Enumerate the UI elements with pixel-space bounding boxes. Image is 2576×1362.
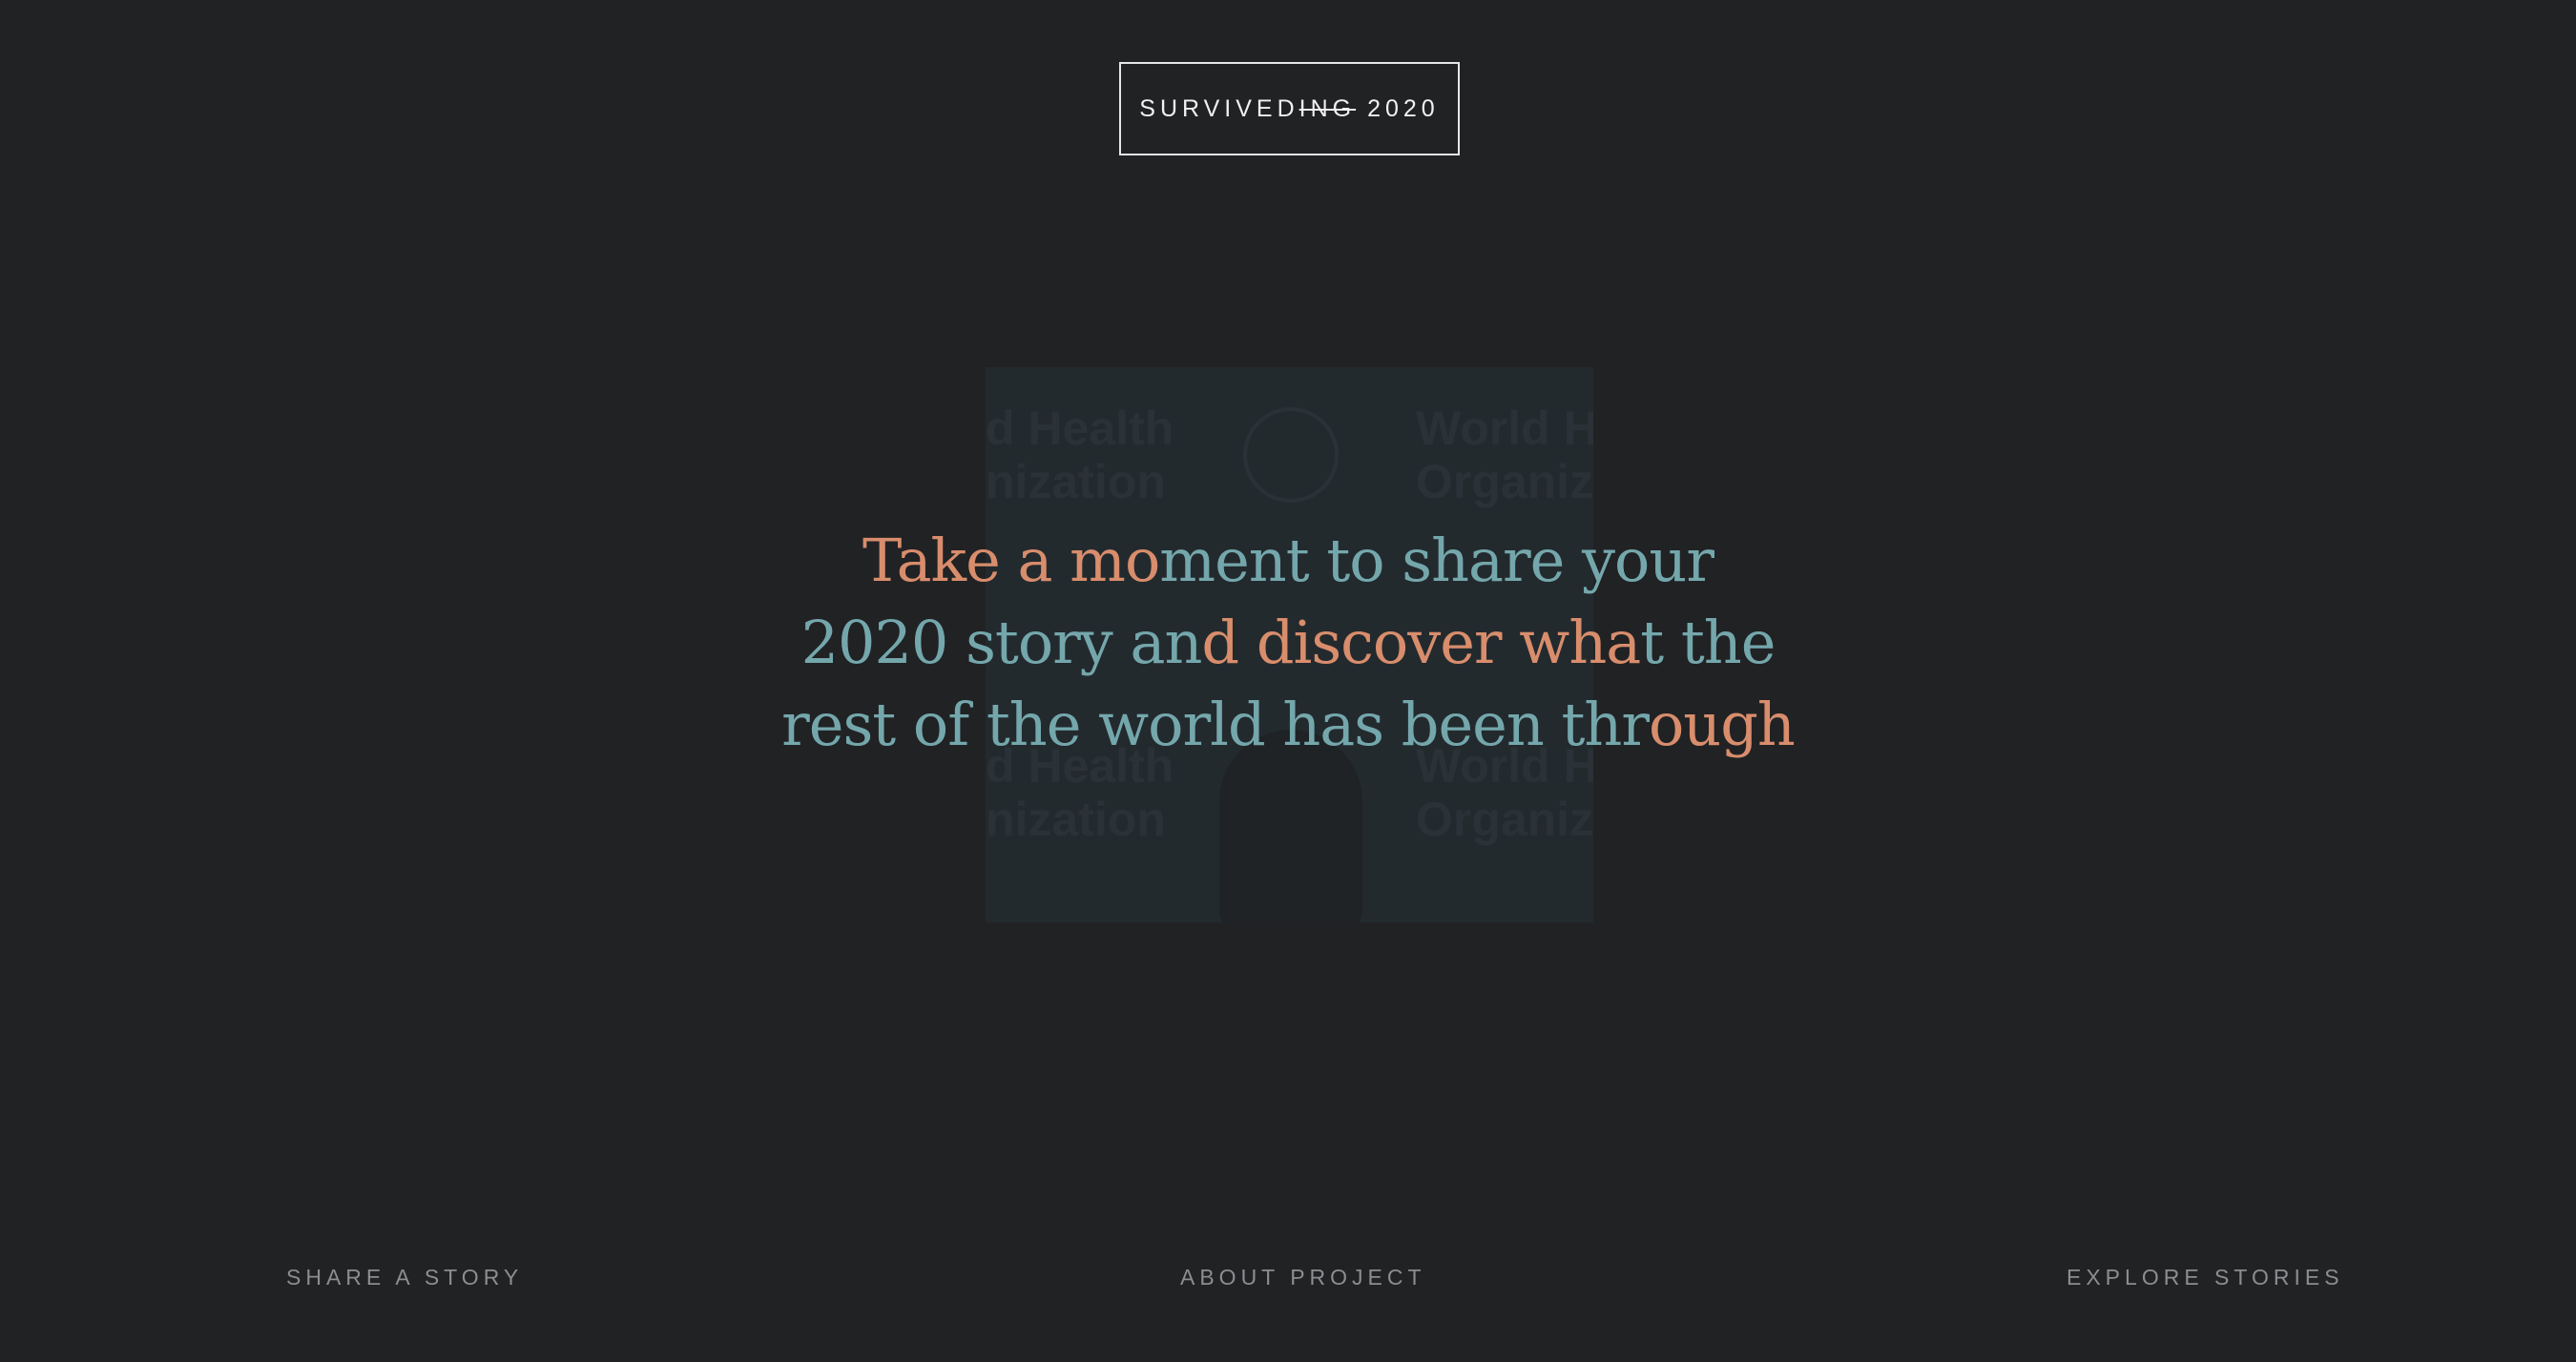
- headline-segment: rest of the world has been thr: [781, 690, 1650, 759]
- bg-photo-text-right-top: World H: [1416, 402, 1593, 455]
- bg-photo-text-left-bottom-2: nization: [986, 793, 1166, 846]
- nav-share-story-link[interactable]: SHARE A STORY: [286, 1265, 523, 1290]
- headline-segment: Take a mo: [862, 526, 1160, 595]
- logo-year: 2020: [1367, 94, 1440, 122]
- hero-headline: Take a moment to share your 2020 story a…: [735, 520, 1841, 766]
- logo-main: SURVIVED: [1139, 94, 1299, 122]
- landing-page: SURVIVED ING 2020 d Health nization World…: [0, 0, 2576, 1362]
- headline-segment: ough: [1648, 690, 1796, 759]
- logo-struck-suffix: ING: [1298, 94, 1357, 122]
- nav-about-project-link[interactable]: ABOUT PROJECT: [1180, 1265, 1426, 1290]
- headline-segment: d discover wha: [1201, 608, 1641, 677]
- headline-segment: 2020 story an: [800, 608, 1203, 677]
- emblem-icon: [1243, 407, 1339, 503]
- bg-photo-text-right-bottom-2: Organiz: [1416, 793, 1593, 846]
- bg-photo-text-left-top-2: nization: [986, 455, 1166, 508]
- site-logo[interactable]: SURVIVED ING 2020: [1119, 62, 1460, 155]
- bg-photo-text-left-top: d Health: [986, 402, 1174, 455]
- headline-segment: ment to share your: [1159, 526, 1714, 595]
- nav-explore-stories-link[interactable]: EXPLORE STORIES: [2067, 1265, 2344, 1290]
- bg-photo-text-right-top-2: Organiz: [1416, 455, 1593, 508]
- headline-segment: t the: [1640, 608, 1776, 677]
